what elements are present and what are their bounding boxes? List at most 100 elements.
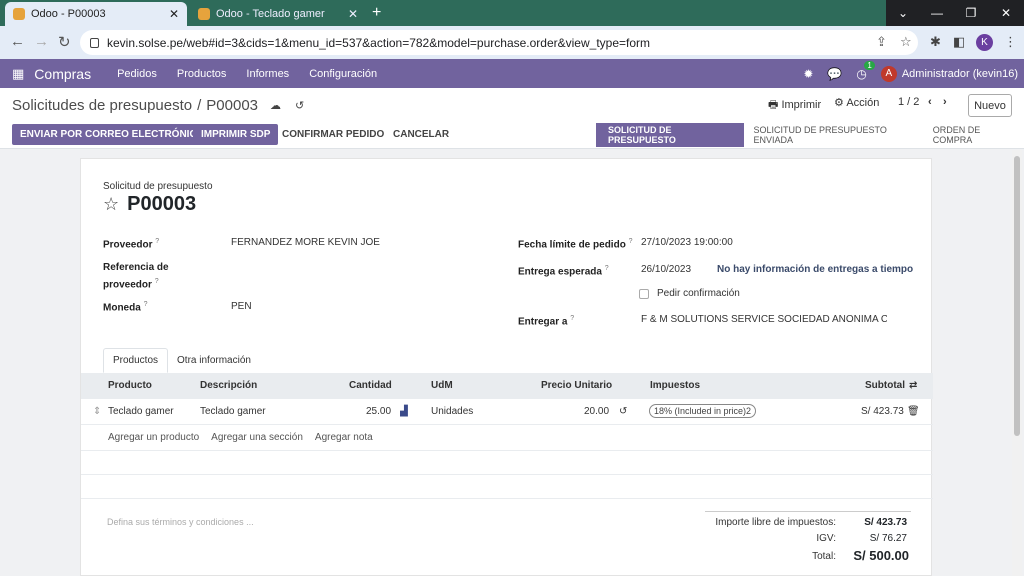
help-mark: ? — [570, 315, 575, 322]
scrollbar-thumb[interactable] — [1014, 156, 1020, 436]
favorite-star-icon[interactable]: ☆ — [103, 194, 119, 215]
drag-handle-icon[interactable]: ⇕ — [93, 406, 101, 417]
vendor-ref-label: Referencia de proveedor ? — [103, 262, 169, 291]
deadline-label: Fecha límite de pedido ? — [518, 238, 633, 251]
tab-title: Odoo - Teclado gamer — [216, 8, 325, 20]
stage-rfq[interactable]: SOLICITUD DE PRESUPUESTO — [596, 123, 744, 147]
new-button[interactable]: Nuevo — [968, 94, 1012, 117]
vendor-field[interactable]: FERNANDEZ MORE KEVIN JOE — [231, 237, 380, 248]
tab-productos[interactable]: Productos — [103, 348, 169, 373]
scrollbar[interactable] — [1012, 150, 1022, 576]
stage-rfq-sent[interactable]: SOLICITUD DE PRESUPUESTO ENVIADA — [744, 123, 923, 147]
help-mark: ? — [154, 278, 159, 285]
col-taxes[interactable]: Impuestos — [650, 380, 700, 391]
menu-configuracion[interactable]: Configuración — [309, 68, 377, 80]
currency-field[interactable]: PEN — [231, 301, 252, 312]
cell-uom[interactable]: Unidades — [431, 406, 473, 417]
cell-qty[interactable]: 25.00 — [366, 406, 391, 417]
price-reset-icon[interactable]: ↺ — [619, 406, 627, 417]
expected-field[interactable]: 26/10/2023 — [641, 264, 691, 275]
ask-confirmation-checkbox[interactable] — [639, 289, 649, 299]
reload-icon[interactable]: ↻ — [58, 33, 71, 51]
help-mark: ? — [604, 265, 609, 272]
tax-tag[interactable]: 18% (Included in price)2 — [649, 404, 757, 418]
print-rfq-button[interactable]: IMPRIMIR SDP — [193, 124, 279, 145]
table-header: Producto Descripción Cantidad UdM Precio… — [81, 373, 933, 399]
apps-grid-icon[interactable]: ▦ — [12, 66, 24, 82]
cell-description[interactable]: Teclado gamer — [200, 406, 266, 417]
window-close-icon[interactable]: ✕ — [988, 0, 1024, 26]
user-menu[interactable]: Administrador (kevin16) — [902, 68, 1018, 80]
cell-price[interactable]: 20.00 — [584, 406, 609, 417]
deadline-field[interactable]: 27/10/2023 19:00:00 — [641, 237, 733, 248]
table-row[interactable]: ⇕ Teclado gamer Teclado gamer 25.00 ▟ Un… — [81, 399, 933, 425]
user-avatar[interactable]: A — [880, 65, 897, 82]
app-name[interactable]: Compras — [34, 66, 91, 82]
tab-otra-informacion[interactable]: Otra información — [168, 348, 260, 373]
chevron-down-icon[interactable]: ⌄ — [886, 0, 920, 26]
vendor-ref-field[interactable] — [231, 267, 431, 279]
breadcrumb-parent[interactable]: Solicitudes de presupuesto — [12, 97, 192, 114]
on-time-note: No hay información de entregas a tiempo — [717, 264, 914, 275]
share-icon[interactable]: ⇪ — [876, 34, 887, 50]
bug-icon[interactable]: ✹ — [803, 67, 813, 81]
menu-informes[interactable]: Informes — [246, 68, 289, 80]
add-section-link[interactable]: Agregar una sección — [211, 432, 303, 443]
col-qty[interactable]: Cantidad — [349, 380, 392, 391]
add-product-link[interactable]: Agregar un producto — [108, 432, 199, 443]
sidepanel-icon[interactable]: ◧ — [953, 34, 965, 50]
close-icon[interactable]: ✕ — [169, 7, 179, 21]
add-note-link[interactable]: Agregar nota — [315, 432, 373, 443]
col-subtotal[interactable]: Subtotal — [865, 380, 905, 391]
column-settings-icon[interactable]: ⇄ — [909, 380, 917, 391]
close-icon[interactable]: ✕ — [348, 7, 358, 21]
pager-value: 1 / 2 — [898, 96, 920, 108]
print-button[interactable]: 🖶 Imprimir — [768, 96, 821, 115]
status-bar: SOLICITUD DE PRESUPUESTO SOLICITUD DE PR… — [596, 123, 1024, 147]
action-button[interactable]: ⚙ Acción — [834, 96, 879, 109]
restore-icon[interactable]: ❐ — [954, 0, 988, 26]
minimize-icon[interactable]: — — [920, 0, 954, 26]
new-tab-icon[interactable]: + — [372, 4, 381, 22]
breadcrumb-current: P00003 — [206, 97, 259, 114]
action-label: Acción — [846, 97, 880, 109]
profile-avatar[interactable]: K — [976, 34, 993, 51]
menu-dots-icon[interactable]: ⋮ — [1004, 34, 1017, 50]
trash-icon[interactable]: 🗑 — [907, 406, 920, 417]
browser-tab-bar: Odoo - P00003 ✕ Odoo - Teclado gamer ✕ +… — [0, 0, 1024, 26]
col-price[interactable]: Precio Unitario — [541, 380, 612, 391]
terms-field[interactable]: Defina sus términos y condiciones ... — [107, 517, 254, 527]
activity-badge: 1 — [864, 60, 875, 70]
forward-icon[interactable]: → — [34, 33, 49, 50]
browser-tab-inactive[interactable]: Odoo - Teclado gamer ✕ — [190, 2, 366, 26]
cell-product[interactable]: Teclado gamer — [108, 406, 174, 417]
deliver-to-field[interactable]: F & M SOLUTIONS SERVICE SOCIEDAD ANONIMA… — [641, 314, 887, 325]
url-field[interactable]: kevin.solse.pe/web#id=3&cids=1&menu_id=5… — [80, 30, 918, 55]
breadcrumb: Solicitudes de presupuesto / P00003 ☁ ↺ — [12, 97, 304, 114]
odoo-navbar: ▦ Compras Pedidos Productos Informes Con… — [0, 59, 1024, 88]
stage-purchase-order[interactable]: ORDEN DE COMPRA — [923, 123, 1024, 147]
back-icon[interactable]: ← — [10, 33, 25, 50]
pager-prev-icon[interactable]: ‹ — [928, 96, 932, 108]
cancel-button[interactable]: CANCELAR — [385, 124, 457, 145]
chat-icon[interactable]: 💬 — [827, 67, 842, 81]
forecast-chart-icon[interactable]: ▟ — [400, 406, 408, 417]
deliver-to-label: Entregar a ? — [518, 315, 575, 328]
discard-icon[interactable]: ↺ — [295, 99, 304, 112]
doc-name: P00003 — [127, 193, 197, 215]
menu-productos[interactable]: Productos — [177, 68, 227, 80]
col-description[interactable]: Descripción — [200, 380, 257, 391]
cloud-save-icon[interactable]: ☁ — [270, 99, 281, 112]
browser-tab-active[interactable]: Odoo - P00003 ✕ — [5, 2, 187, 26]
activity-clock-icon[interactable]: ◷ 1 — [856, 60, 875, 81]
col-product[interactable]: Producto — [108, 380, 152, 391]
send-email-button[interactable]: ENVIAR POR CORREO ELECTRÓNICO — [12, 124, 213, 145]
col-uom[interactable]: UdM — [431, 380, 453, 391]
bookmark-star-icon[interactable]: ☆ — [900, 34, 912, 50]
menu-pedidos[interactable]: Pedidos — [117, 68, 157, 80]
extensions-icon[interactable]: ✱ — [930, 34, 941, 50]
address-bar-area: ← → ↻ kevin.solse.pe/web#id=3&cids=1&men… — [0, 26, 1024, 59]
pager-next-icon[interactable]: › — [943, 96, 947, 108]
vendor-label: Proveedor ? — [103, 238, 160, 251]
confirm-order-button[interactable]: CONFIRMAR PEDIDO — [274, 124, 392, 145]
